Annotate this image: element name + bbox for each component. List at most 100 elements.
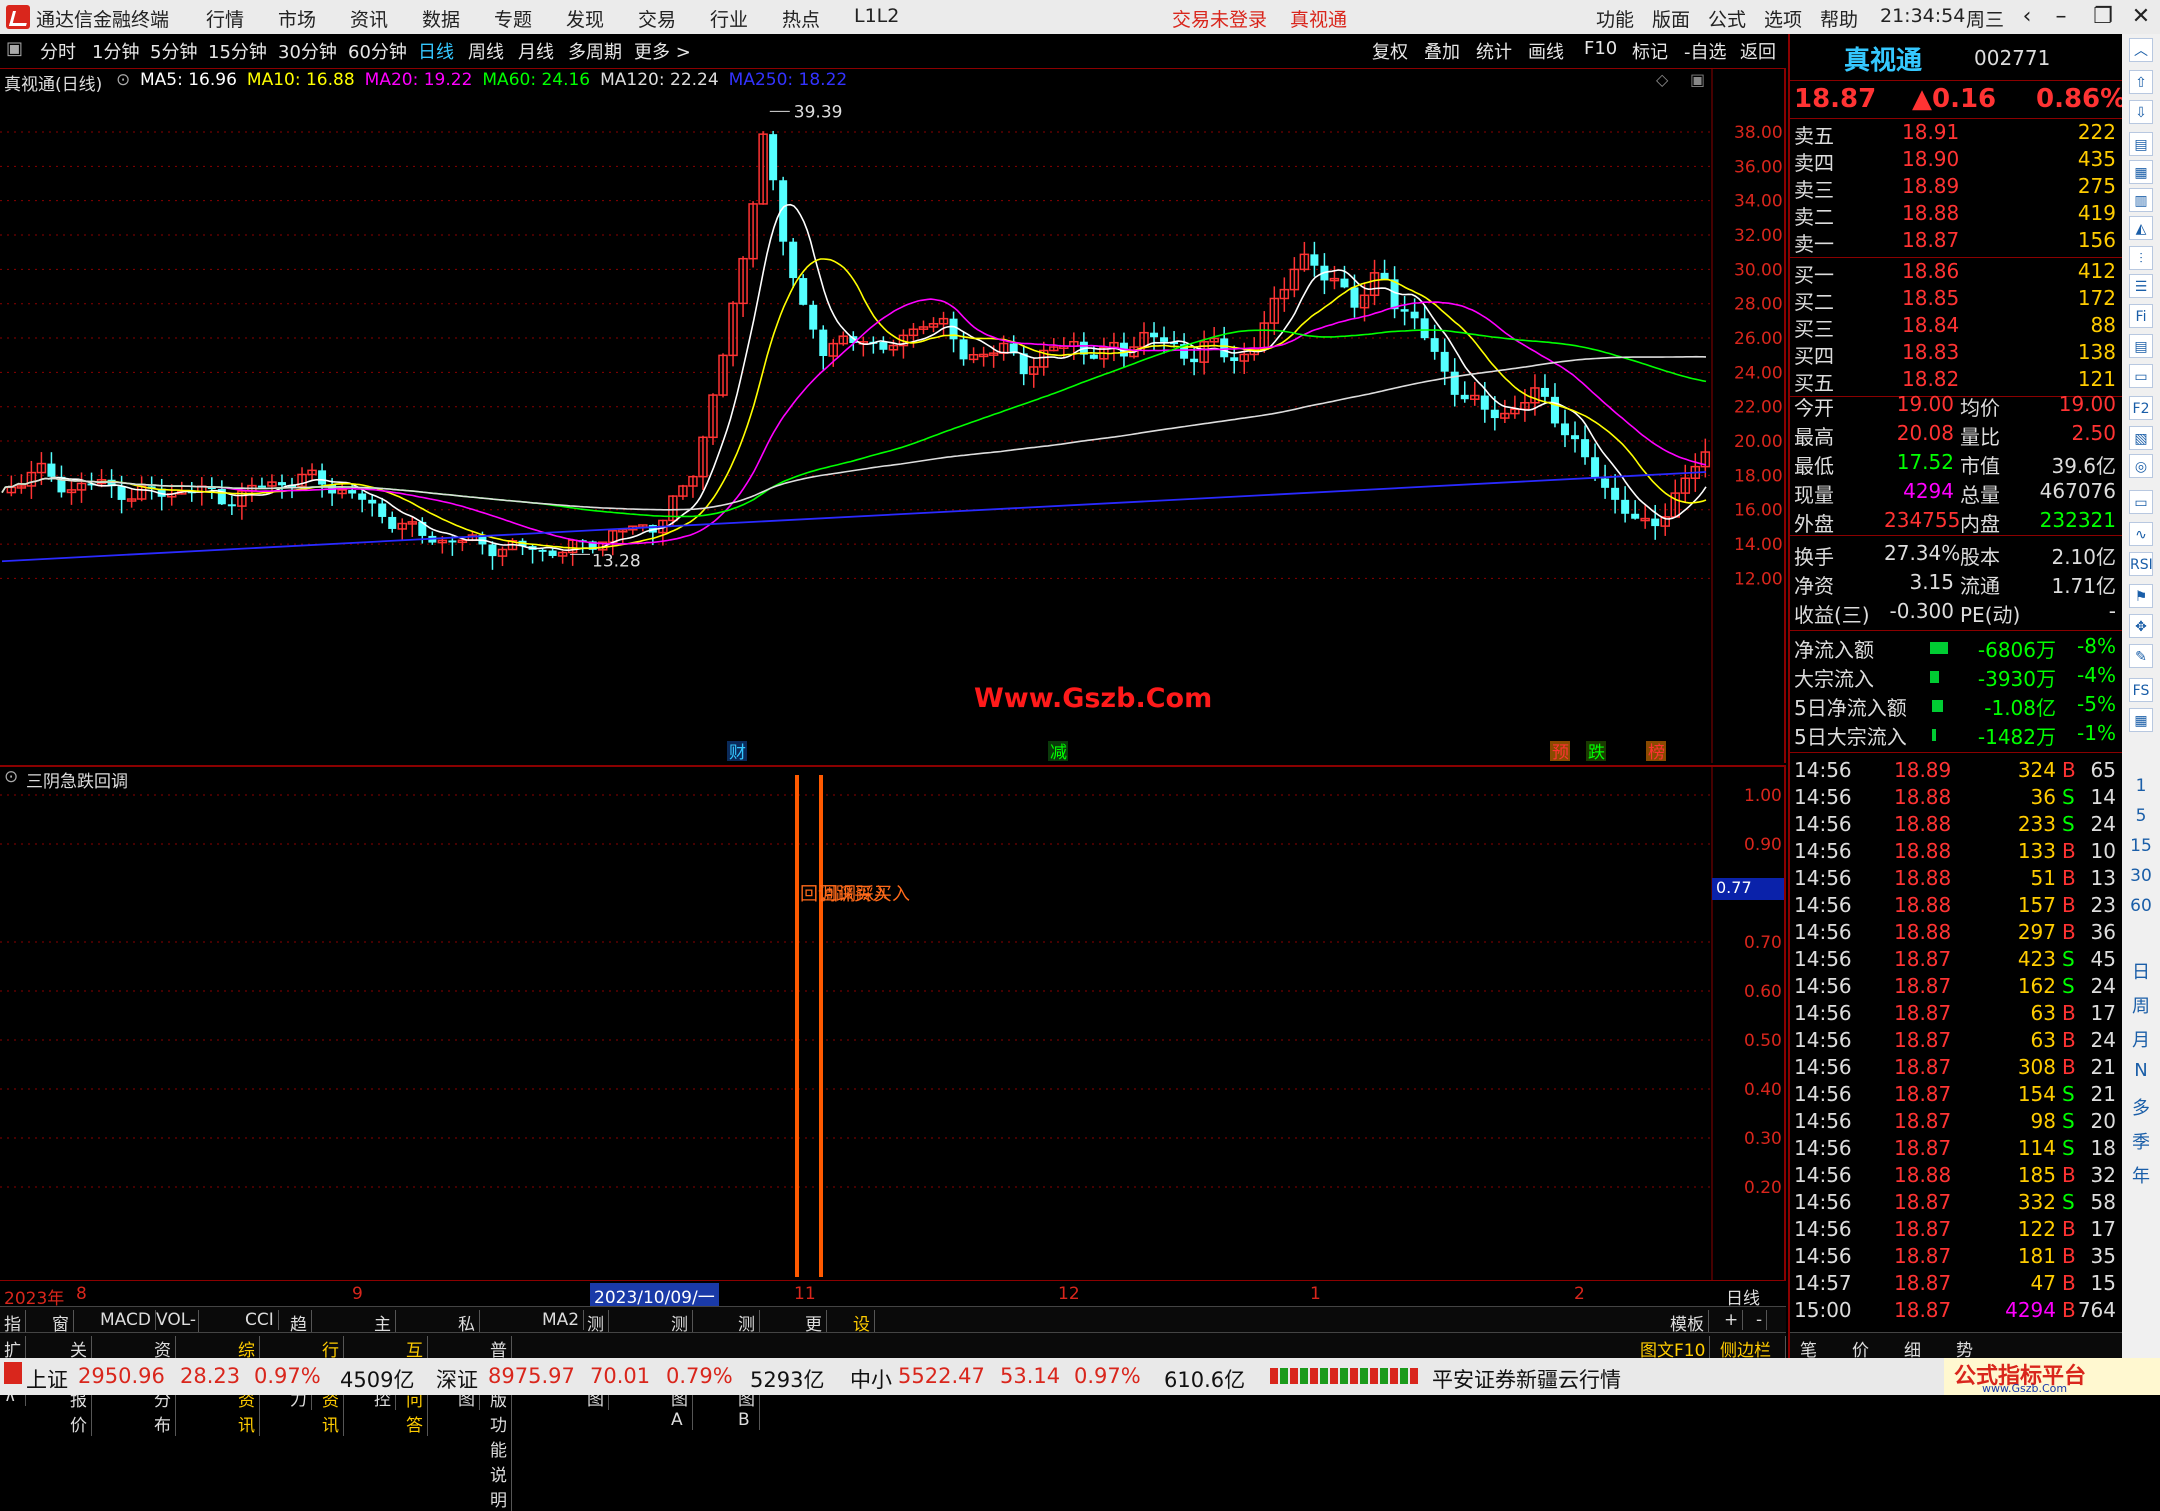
minus-icon[interactable]: ▭ [2129,490,2153,514]
kline-chart[interactable]: 38.00 36.00 34.00 32.00 30.00 28.00 26.00 24.00… [0,68,1786,763]
grid-icon[interactable]: ▦ [2129,160,2153,184]
chevron-up-icon[interactable]: ︿ [2129,38,2153,62]
table-icon[interactable]: ▥ [2129,188,2153,212]
menu-l1l2[interactable]: L1L2 [854,5,899,27]
menu-xuanxiang[interactable]: 选项 [1764,5,1802,32]
period-5min[interactable]: 5分钟 [150,38,197,64]
remove-window-button[interactable]: - [1752,1310,1768,1330]
indicator-tab[interactable]: CCI [241,1310,279,1330]
btn-fuquan[interactable]: 复权 [1372,38,1408,64]
report-icon[interactable]: ▤ [2129,132,2153,156]
target-icon[interactable]: ◎ [2129,454,2153,478]
add-window-button[interactable]: + [1720,1310,1744,1330]
period-30min[interactable]: 30分钟 [278,38,337,64]
sidebar-period-number[interactable]: 30 [2122,866,2160,886]
indicator-toggle-icon[interactable]: ⊙ [4,767,18,787]
legend-toggle-icon[interactable]: ⊙ [116,70,130,90]
period-weekly[interactable]: 周线 [468,38,504,64]
move-icon[interactable]: ✥ [2129,614,2153,638]
sidebar-period-label[interactable]: N [2122,1060,2160,1081]
f2-icon[interactable]: F2 [2129,396,2153,420]
btn-diejia[interactable]: 叠加 [1424,38,1460,64]
bull-icon[interactable]: ⚑ [2129,584,2153,608]
sidebar-period-number[interactable]: 1 [2122,776,2160,796]
period-fenshi[interactable]: 分时 [40,38,76,64]
menu-zixun[interactable]: 资讯 [350,5,388,32]
btn-tongji[interactable]: 统计 [1476,38,1512,64]
sidebar-period-number[interactable]: 5 [2122,806,2160,826]
menu-gongneng[interactable]: 功能 [1596,5,1634,32]
indicator-tab[interactable]: MA2 [538,1310,585,1330]
arrow-up-icon[interactable]: ⇧ [2129,70,2153,94]
btn-zixuan[interactable]: -自选 [1684,38,1727,64]
sidebar-period-label[interactable]: 月 [2122,1026,2160,1052]
menu-hangqing[interactable]: 行情 [206,5,244,32]
sidebar-period-label[interactable]: 周 [2122,992,2160,1018]
period-more[interactable]: 更多 > [634,38,691,64]
wave-icon[interactable]: ∿ [2129,522,2153,546]
zx-index-name[interactable]: 中小 [850,1364,892,1394]
candlestick-icon[interactable]: ⫶ [2129,246,2153,270]
event-marker[interactable]: 财 [727,741,747,763]
sidebar-period-number[interactable]: 60 [2122,896,2160,916]
chart-icon[interactable]: ▧ [2129,426,2153,450]
menu-gongshi[interactable]: 公式 [1708,5,1746,32]
diamond-icon[interactable]: ◇ [1656,70,1668,89]
document-icon[interactable]: ▭ [2129,364,2153,388]
flows-divider [1790,752,2122,753]
tick-price: 18.87 [1894,1001,1952,1025]
list-icon[interactable]: ☰ [2129,274,2153,298]
menu-shichang[interactable]: 市场 [278,5,316,32]
event-marker[interactable]: 榜 [1646,741,1666,763]
restore-icon[interactable]: ❐ [2086,3,2120,31]
period-multi[interactable]: 多周期 [568,38,622,64]
period-daily[interactable]: 日线 [418,38,454,64]
sidebar-period-label[interactable]: 年 [2122,1162,2160,1188]
menu-banmian[interactable]: 版面 [1652,5,1690,32]
menu-hangye[interactable]: 行业 [710,5,748,32]
btn-biaoji[interactable]: 标记 [1632,38,1668,64]
period-monthly[interactable]: 月线 [518,38,554,64]
login-status[interactable]: 交易未登录 [1172,5,1267,32]
sidebar-period-label[interactable]: 多 [2122,1094,2160,1120]
fs-icon[interactable]: FS [2129,678,2153,702]
sidebar-period-number[interactable]: 15 [2122,836,2160,856]
menu-redian[interactable]: 热点 [782,5,820,32]
toggle-panel-icon[interactable]: ▣ [6,38,23,59]
sh-index-name[interactable]: 上证 [26,1364,68,1394]
menu-faxian[interactable]: 发现 [566,5,604,32]
minimize-icon[interactable]: – [2044,3,2078,31]
event-marker[interactable]: 预 [1550,741,1570,763]
btn-huaxian[interactable]: 画线 [1528,38,1564,64]
menu-bangzhu[interactable]: 帮助 [1820,5,1858,32]
btn-fanhui[interactable]: 返回 [1740,38,1776,64]
menu-shuju[interactable]: 数据 [422,5,460,32]
indicator-chart[interactable]: 1.00 0.90 0.70 0.60 0.50 0.40 0.30 0.20 [0,765,1786,1280]
menu-jiaoyi[interactable]: 交易 [638,5,676,32]
btn-f10[interactable]: F10 [1584,38,1617,59]
arrow-down-icon[interactable]: ⇩ [2129,100,2153,124]
fund-icon[interactable]: Fi [2129,304,2153,328]
panel-close-icon[interactable]: ▣ [1690,70,1705,89]
pen-icon[interactable]: ✎ [2129,644,2153,668]
tick-price: 18.87 [1894,947,1952,971]
sz-index-name[interactable]: 深证 [436,1364,478,1394]
period-60min[interactable]: 60分钟 [348,38,407,64]
rsi-icon[interactable]: RSI [2129,552,2153,576]
y-tick-label: 34.00 [1734,192,1783,212]
grid2-icon[interactable]: ▦ [2129,708,2153,732]
event-marker[interactable]: 减 [1048,741,1068,763]
tick-count: 36 [2090,920,2116,944]
stock-list-icon[interactable]: ▤ [2129,334,2153,358]
line-chart-icon[interactable]: ◭ [2129,216,2153,240]
ind-y-tick-label: 0.40 [1744,1080,1782,1100]
sidebar-period-label[interactable]: 日 [2122,958,2160,984]
sidebar-period-label[interactable]: 季 [2122,1128,2160,1154]
menu-zhuanti[interactable]: 专题 [494,5,532,32]
period-15min[interactable]: 15分钟 [208,38,267,64]
period-1min[interactable]: 1分钟 [92,38,139,64]
close-icon[interactable]: ✕ [2124,3,2158,31]
indicator-tab[interactable]: MACD [96,1310,156,1330]
event-marker[interactable]: 跌 [1586,741,1606,763]
back-icon[interactable]: ‹ [2010,3,2044,31]
